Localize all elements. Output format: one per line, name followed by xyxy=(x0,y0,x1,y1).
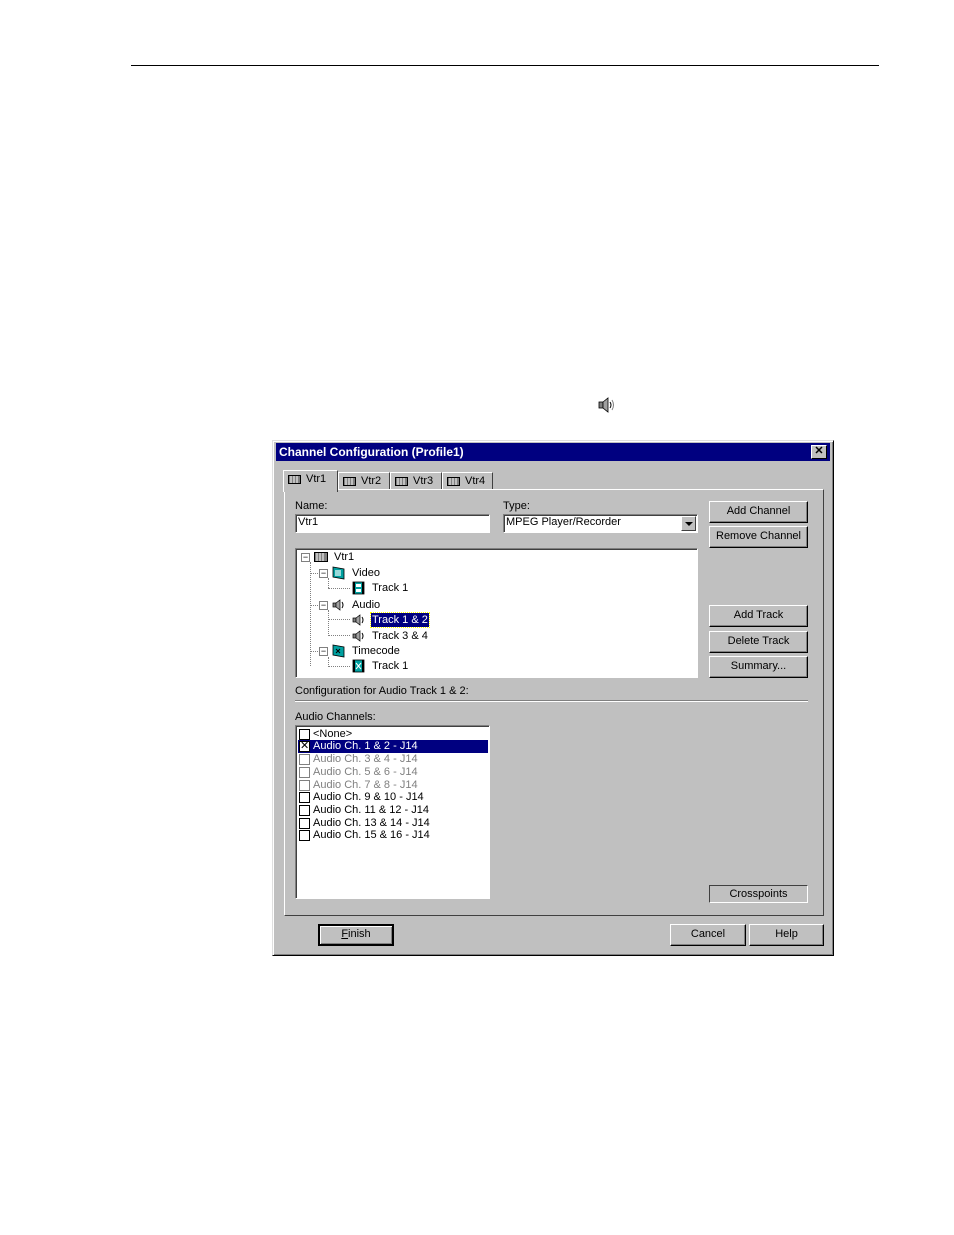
name-field[interactable]: Vtr1 xyxy=(295,514,490,533)
list-item-label: <None> xyxy=(313,728,353,740)
checkbox xyxy=(299,754,310,765)
tree-line xyxy=(328,610,329,636)
timecode-track-icon xyxy=(352,659,365,673)
tree-node-timecode-track1-label: Track 1 xyxy=(372,660,409,672)
vtr-icon xyxy=(288,475,301,484)
separator xyxy=(295,700,808,702)
type-select[interactable]: MPEG Player/Recorder xyxy=(503,514,698,533)
list-item[interactable]: Audio Ch. 15 & 16 - J14 xyxy=(298,829,488,842)
finish-label: inish xyxy=(348,928,371,940)
list-item-label: Audio Ch. 3 & 4 - J14 xyxy=(313,753,418,765)
tree-node-timecode-label: Timecode xyxy=(352,645,400,657)
tree-node-video-track1-label: Track 1 xyxy=(372,582,409,594)
page-header-rule xyxy=(131,65,879,66)
collapse-audio-toggle[interactable]: − xyxy=(319,601,328,610)
help-label: Help xyxy=(775,928,798,940)
tree-node-audio-track34-label: Track 3 & 4 xyxy=(372,630,428,642)
checkbox[interactable] xyxy=(299,792,310,803)
type-select-value: MPEG Player/Recorder xyxy=(506,516,621,528)
dialog-titlebar: Channel Configuration (Profile1) ✕ xyxy=(276,443,830,461)
add-channel-button[interactable]: Add Channel xyxy=(709,501,808,523)
list-item-label: Audio Ch. 5 & 6 - J14 xyxy=(313,766,418,778)
help-button[interactable]: Help xyxy=(749,924,824,946)
tab-vtr3[interactable]: Vtr3 xyxy=(390,472,442,490)
tab-vtr1-label: Vtr1 xyxy=(306,473,327,485)
cancel-label: Cancel xyxy=(690,928,726,940)
tab-vtr4-label: Vtr4 xyxy=(465,475,486,487)
list-item-label: Audio Ch. 11 & 12 - J14 xyxy=(313,804,429,816)
tree-line xyxy=(328,588,350,589)
speaker-icon xyxy=(332,599,344,611)
tab-vtr1[interactable]: Vtr1 xyxy=(283,470,338,492)
tree-node-vtr1-label: Vtr1 xyxy=(334,551,355,563)
tree-line xyxy=(328,635,350,636)
audio-channels-label: Audio Channels: xyxy=(295,711,376,723)
summary-button[interactable]: Summary... xyxy=(709,656,808,678)
tree-node-audio-track12-label: Track 1 & 2 xyxy=(370,612,430,628)
tab-vtr3-label: Vtr3 xyxy=(413,475,434,487)
config-label: Configuration for Audio Track 1 & 2: xyxy=(295,685,469,697)
finish-button[interactable]: Finish xyxy=(318,924,394,946)
vtr-icon xyxy=(395,477,408,486)
list-item-label: Audio Ch. 1 & 2 - J14 xyxy=(313,740,418,752)
tree-line xyxy=(328,578,329,588)
chevron-down-icon[interactable] xyxy=(681,516,696,531)
tree-node-video-label: Video xyxy=(352,567,380,579)
vtr-icon xyxy=(447,477,460,486)
channel-tree[interactable]: − Vtr1 − Video Track 1 − Audio Track 1 &… xyxy=(295,548,698,678)
tab-vtr4[interactable]: Vtr4 xyxy=(442,472,493,490)
video-icon xyxy=(332,566,345,580)
list-item-label: Audio Ch. 13 & 14 - J14 xyxy=(313,817,430,829)
list-item: Audio Ch. 5 & 6 - J14 xyxy=(298,766,488,779)
dialog-title: Channel Configuration (Profile1) xyxy=(279,445,464,459)
collapse-video-toggle[interactable]: − xyxy=(319,569,328,578)
tab-vtr2-label: Vtr2 xyxy=(361,475,382,487)
remove-channel-button[interactable]: Remove Channel xyxy=(709,526,808,548)
list-item[interactable]: Audio Ch. 9 & 10 - J14 xyxy=(298,791,488,804)
add-track-button[interactable]: Add Track xyxy=(709,605,808,627)
type-label: Type: xyxy=(503,500,530,512)
checkbox xyxy=(299,767,310,778)
collapse-timecode-toggle[interactable]: − xyxy=(319,647,328,656)
speaker-icon xyxy=(352,630,364,642)
tree-node-audio-label: Audio xyxy=(352,599,381,611)
name-label: Name: xyxy=(295,500,328,512)
list-item-label: Audio Ch. 7 & 8 - J14 xyxy=(313,779,418,791)
close-button[interactable]: ✕ xyxy=(811,445,827,459)
speaker-icon xyxy=(352,614,364,626)
collapse-vtr1-toggle[interactable]: − xyxy=(301,553,310,562)
list-item[interactable]: ✕ Audio Ch. 1 & 2 - J14 xyxy=(298,740,488,753)
crosspoints-button[interactable]: Crosspoints xyxy=(709,885,808,903)
film-icon xyxy=(352,581,365,595)
list-item-label: Audio Ch. 15 & 16 - J14 xyxy=(313,829,430,841)
checkbox[interactable] xyxy=(299,818,310,829)
tree-line xyxy=(328,619,350,620)
checkbox[interactable]: ✕ xyxy=(299,741,310,752)
vtr-icon xyxy=(343,477,356,486)
audio-channels-list[interactable]: <None> ✕ Audio Ch. 1 & 2 - J14 Audio Ch.… xyxy=(295,725,490,899)
cancel-button[interactable]: Cancel xyxy=(670,924,746,946)
delete-track-button[interactable]: Delete Track xyxy=(709,631,808,653)
checkbox[interactable] xyxy=(299,729,310,740)
tree-line xyxy=(328,666,350,667)
vtr-icon xyxy=(314,552,328,562)
list-item[interactable]: Audio Ch. 11 & 12 - J14 xyxy=(298,804,488,817)
speaker-icon xyxy=(598,397,614,413)
checkbox[interactable] xyxy=(299,830,310,841)
checkbox[interactable] xyxy=(299,805,310,816)
list-item-label: Audio Ch. 9 & 10 - J14 xyxy=(313,791,424,803)
timecode-icon xyxy=(332,644,345,658)
list-item: Audio Ch. 3 & 4 - J14 xyxy=(298,753,488,766)
tab-vtr2[interactable]: Vtr2 xyxy=(338,472,390,490)
checkbox xyxy=(299,780,310,791)
